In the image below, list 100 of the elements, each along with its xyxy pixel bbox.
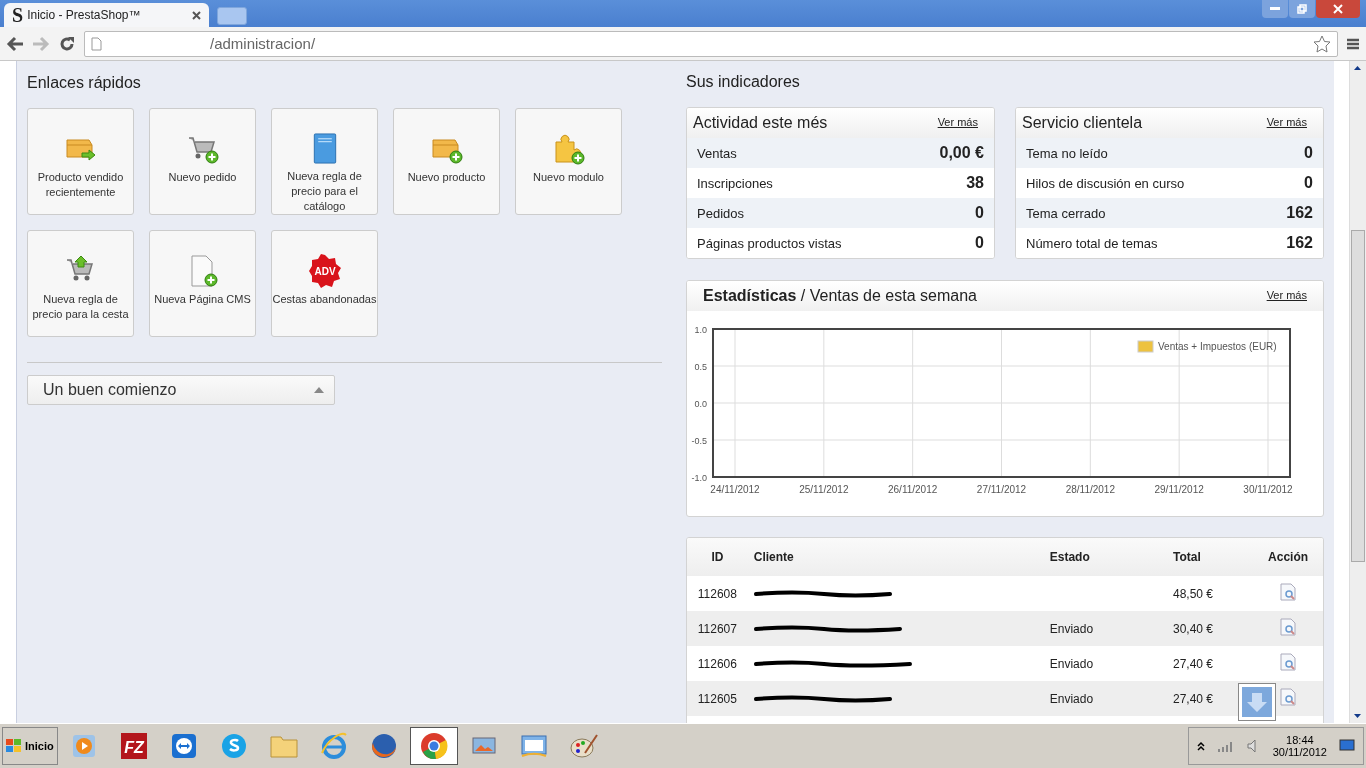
minimize-icon	[1270, 7, 1280, 11]
card-title: Actividad este més	[693, 114, 828, 132]
y-tick-label: -0.5	[691, 436, 707, 446]
quick-link-tile[interactable]: Nueva regla de precio para el catálogo	[271, 108, 378, 215]
table-cell: 27,40 €	[1172, 656, 1213, 671]
view-document-icon[interactable]	[1280, 688, 1297, 706]
indicator-label: Pedidos	[697, 205, 744, 221]
column-header: Total	[1172, 550, 1201, 564]
view-document-icon[interactable]	[1280, 583, 1297, 601]
forward-icon[interactable]	[32, 35, 50, 52]
section-title: Enlaces rápidos	[27, 74, 142, 92]
column-header: Acción	[1268, 550, 1309, 564]
indicator-value: 0	[1304, 174, 1313, 192]
y-tick-label: 0.0	[694, 399, 707, 409]
adv-badge-icon: ADV	[307, 254, 342, 288]
clock-time: 18:44	[1286, 734, 1314, 746]
indicator-label: Tema cerrado	[1026, 205, 1106, 221]
table-cell: Enviado	[1049, 621, 1094, 636]
x-tick-label: 27/11/2012	[976, 484, 1027, 495]
tab-title: Inicio - PrestaShop™	[27, 8, 141, 22]
quick-link-tile[interactable]: ADV Cestas abandonadas	[271, 230, 378, 337]
restore-button[interactable]	[1289, 0, 1315, 18]
show-hidden-icon[interactable]	[1196, 741, 1205, 751]
table-cell: 112606	[697, 656, 737, 671]
quick-link-tile[interactable]: Nueva regla de precio para la cesta	[27, 230, 134, 337]
taskbar-app-button[interactable]	[410, 727, 458, 765]
x-tick-label: 25/11/2012	[799, 484, 849, 495]
indicator-value: 0	[975, 204, 984, 222]
address-bar[interactable]: /administracion/	[84, 30, 1338, 57]
new-tab-button[interactable]	[217, 7, 247, 25]
quick-link-tile[interactable]: Nueva Página CMS	[149, 230, 256, 337]
section-title: Sus indicadores	[686, 73, 801, 91]
quick-link-tile[interactable]: Producto vendido recientemente	[27, 108, 134, 215]
accordion-header[interactable]: Un buen comienzo	[27, 375, 335, 405]
reload-icon[interactable]	[58, 34, 76, 53]
view-document-icon[interactable]	[1280, 618, 1297, 636]
quick-link-tile[interactable]: Nuevo producto	[393, 108, 500, 215]
scrollbar-thumb[interactable]	[1351, 230, 1365, 562]
card-title: Estadísticas / Ventas de esta semana	[702, 287, 977, 305]
view-document-icon[interactable]	[1280, 653, 1297, 671]
x-tick-label: 29/11/2012	[1154, 484, 1204, 495]
indicator-value: 38	[966, 174, 984, 192]
y-tick-label: 0.5	[694, 362, 707, 372]
indicator-value: 0,00 €	[939, 144, 984, 162]
signal-icon[interactable]	[1216, 740, 1235, 752]
legend-swatch	[1137, 340, 1154, 353]
start-button[interactable]: Inicio	[2, 727, 58, 765]
browser-tab[interactable]: S Inicio - PrestaShop™	[4, 3, 209, 27]
legend-label: Ventas + Impuestos (EUR)	[1158, 341, 1277, 352]
indicator-label: Páginas productos vistas	[697, 235, 842, 251]
table-cell: 112605	[697, 691, 737, 706]
indicator-label: Ventas	[697, 145, 737, 161]
close-window-button[interactable]	[1316, 0, 1360, 18]
column-header: Cliente	[753, 550, 794, 564]
see-more-link[interactable]: Ver más	[937, 116, 978, 128]
firefox-icon	[369, 731, 399, 761]
clock-date: 30/11/2012	[1272, 746, 1327, 758]
page-icon	[91, 36, 102, 51]
see-more-link[interactable]: Ver más	[1266, 289, 1307, 301]
card-title: Servicio clientela	[1022, 114, 1143, 132]
x-tick-label: 30/11/2012	[1243, 484, 1293, 495]
indicator-value: 162	[1286, 204, 1313, 222]
restore-icon	[1297, 4, 1307, 14]
table-cell: 30,40 €	[1172, 621, 1213, 636]
back-icon[interactable]	[6, 35, 24, 52]
star-icon[interactable]	[1313, 34, 1331, 53]
menu-icon[interactable]	[1346, 36, 1360, 51]
quick-link-tile[interactable]: Nuevo pedido	[149, 108, 256, 215]
table-cell: 112607	[697, 621, 737, 636]
indicator-value: 0	[975, 234, 984, 252]
table-cell: 112608	[697, 586, 737, 601]
indicator-label: Inscripciones	[697, 175, 773, 191]
skype-icon	[219, 731, 249, 761]
indicator-value: 162	[1286, 234, 1313, 252]
column-header: ID	[711, 550, 724, 564]
show-desktop-icon[interactable]	[1339, 739, 1355, 753]
x-tick-label: 28/11/2012	[1065, 484, 1115, 495]
see-more-link[interactable]: Ver más	[1266, 116, 1307, 128]
indicator-label: Número total de temas	[1026, 235, 1158, 251]
minimize-button[interactable]	[1262, 0, 1288, 18]
table-cell: Enviado	[1049, 691, 1094, 706]
y-tick-label: -1.0	[691, 473, 707, 483]
close-icon	[1333, 4, 1343, 14]
teamviewer-icon	[169, 731, 199, 761]
tab-logo: S	[12, 3, 24, 27]
x-tick-label: 26/11/2012	[888, 484, 938, 495]
x-tick-label: 24/11/2012	[710, 484, 760, 495]
indicator-value: 0	[1304, 144, 1313, 162]
quick-link-tile[interactable]: Nuevo modulo	[515, 108, 622, 215]
browser-e-icon	[319, 731, 349, 761]
filezilla-icon: FZ	[119, 731, 149, 761]
indicator-label: Tema no leído	[1026, 145, 1108, 161]
table-cell: 27,40 €	[1172, 691, 1213, 706]
table-cell: 48,50 €	[1172, 586, 1213, 601]
indicator-label: Hilos de discusión en curso	[1026, 175, 1185, 191]
column-header: Estado	[1049, 550, 1090, 564]
table-cell: Enviado	[1049, 656, 1094, 671]
chrome-icon	[419, 731, 449, 761]
windows-icon	[5, 738, 23, 754]
y-tick-label: 1.0	[694, 325, 707, 335]
